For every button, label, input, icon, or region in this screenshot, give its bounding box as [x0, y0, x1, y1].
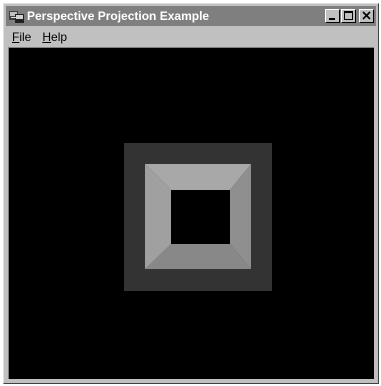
center-hole: [171, 190, 230, 244]
minimize-button[interactable]: [325, 9, 340, 23]
perspective-square-render: [124, 143, 272, 291]
app-icon[interactable]: [9, 9, 24, 23]
caption-buttons: [324, 9, 374, 23]
menu-help-mnemonic: H: [42, 30, 52, 44]
menu-help[interactable]: Help: [37, 30, 72, 44]
window-title: Perspective Projection Example: [27, 9, 210, 23]
menu-file-label: ile: [19, 30, 32, 44]
title-bar[interactable]: Perspective Projection Example: [6, 6, 376, 26]
maximize-icon: [344, 11, 353, 20]
menu-file[interactable]: File: [7, 30, 36, 44]
application-window: Perspective Projection Example File Help: [3, 3, 379, 384]
menu-bar: File Help: [6, 28, 376, 46]
close-icon: [362, 11, 371, 20]
close-button[interactable]: [359, 9, 374, 23]
menu-help-label: elp: [51, 30, 68, 44]
minimize-icon: [329, 18, 335, 20]
maximize-button[interactable]: [341, 9, 356, 23]
render-viewport[interactable]: [8, 47, 374, 379]
